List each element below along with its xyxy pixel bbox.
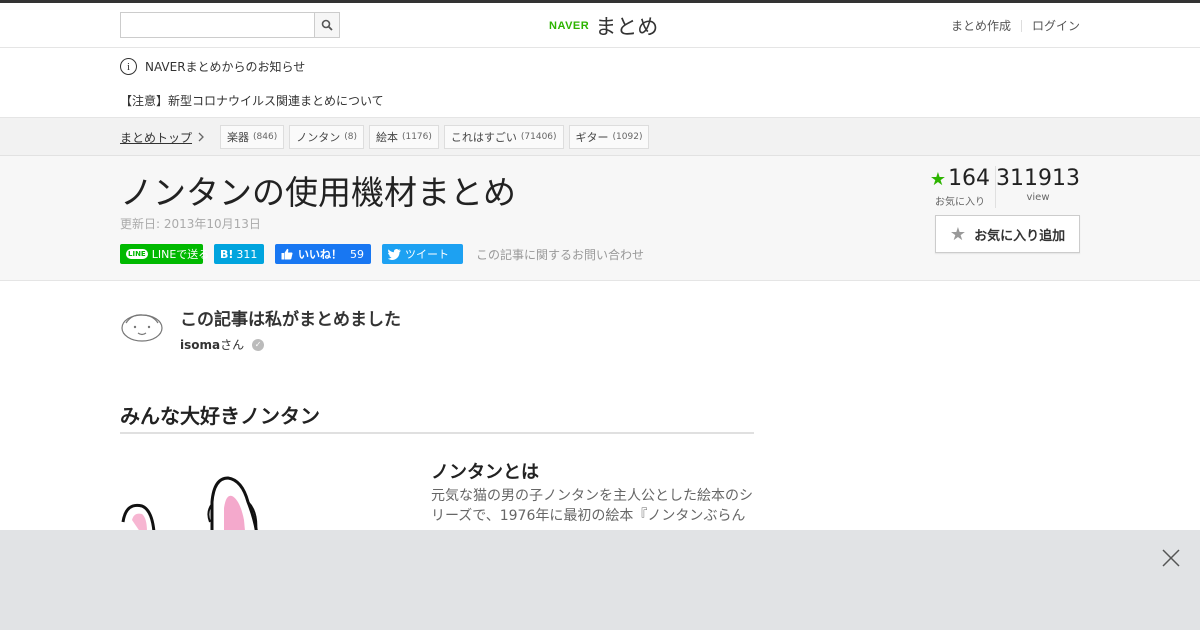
hatena-count: 311 [236,247,258,261]
breadcrumb-home-link[interactable]: まとめトップ [120,129,205,146]
author-suffix: さん [220,338,245,352]
contact-link[interactable]: この記事に関するお問い合わせ [476,246,644,263]
tag-item[interactable]: ノンタン (8) [289,125,364,149]
site-logo[interactable]: NAVER まとめ [549,11,658,41]
divider [1020,19,1022,32]
line-share-button[interactable]: LINE LINEで送る [120,244,209,264]
updated-date: 更新日: 2013年10月13日 [120,217,261,231]
notice-message-link[interactable]: 【注意】新型コロナウイルス関連まとめについて [120,92,384,109]
breadcrumb-home-label: まとめトップ [120,131,193,145]
star-icon: ★ [949,223,967,245]
header-links: まとめ作成 ログイン [951,17,1080,34]
star-icon: ★ [929,169,947,190]
notice-heading-row[interactable]: i NAVERまとめからのお知らせ [120,58,305,75]
section-heading: みんな大好きノンタン [120,400,754,434]
facebook-like-count: 59 [350,247,364,261]
line-share-label: LINEで送る [151,248,210,261]
chevron-right-icon [198,131,205,145]
info-icon: i [120,58,137,75]
tag-label: 楽器 [227,131,249,144]
facebook-like-label: いいね！ [298,248,342,261]
site-header: NAVER まとめ まとめ作成 ログイン [0,3,1200,48]
add-favorite-button[interactable]: ★ お気に入り追加 [935,215,1080,253]
ad-overlay [0,530,1200,630]
facebook-like-button[interactable]: いいね！ 59 [275,244,371,264]
tweet-label: ツイート [405,248,449,261]
tag-count: (1092) [612,132,643,142]
page-title: ノンタンの使用機材まとめ [120,173,516,212]
notice-heading: NAVERまとめからのお知らせ [145,60,306,74]
create-matome-link[interactable]: まとめ作成 [951,17,1011,34]
author-username: isoma [180,337,221,352]
item-description: 元気な猫の男の子ノンタンを主人公とした絵本のシリーズで、1976年に最初の絵本『… [431,488,753,524]
tag-label: ギター [575,131,609,144]
hatena-bookmark-button[interactable]: B! 311 [214,244,264,264]
favorites-count: 164 [948,166,991,191]
notice-area: i NAVERまとめからのお知らせ 【注意】新型コロナウイルス関連まとめについて [0,48,1200,118]
like-thumb-icon [281,248,293,260]
line-icon: LINE [126,249,148,259]
tag-list: 楽器 (846) ノンタン (8) 絵本 (1176) これはすごい (71406) ギ… [220,125,650,149]
share-buttons: LINE LINEで送る B! 311 いいね！ 59 ツイート この記事に関す… [120,244,644,264]
search-button[interactable] [314,12,340,38]
favorites-label: お気に入り [935,197,985,208]
item-title: ノンタンとは [431,462,539,483]
tag-item[interactable]: これはすごい (71406) [443,125,564,149]
logo-naver: NAVER [549,20,590,32]
twitter-bird-icon [388,248,401,260]
favorites-stat: ★164 お気に入り [925,166,995,208]
tag-count: (1176) [401,132,432,142]
article-header: ノンタンの使用機材まとめ 更新日: 2013年10月13日 LINE LINEで… [0,156,1200,281]
tweet-button[interactable]: ツイート [382,244,463,264]
tag-label: ノンタン [296,131,341,144]
logo-matome: まとめ [595,15,659,39]
tag-item[interactable]: 楽器 (846) [220,125,285,149]
tag-item[interactable]: ギター (1092) [568,125,650,149]
search-icon [321,19,333,31]
add-favorite-label: お気に入り追加 [974,228,1066,244]
view-label: view [1026,192,1050,203]
tag-count: (8) [344,132,357,142]
avatar[interactable] [120,311,164,345]
tag-label: 絵本 [375,131,398,144]
hatena-icon: B! [220,247,234,261]
login-link[interactable]: ログイン [1032,17,1080,34]
breadcrumb: まとめトップ 楽器 (846) ノンタン (8) 絵本 (1176) これはすごい (7… [0,118,1200,156]
view-count: 311913 [996,166,1080,191]
tag-count: (71406) [520,132,557,142]
author-name[interactable]: isoma さん ✓ [180,336,265,353]
close-icon[interactable] [1162,549,1180,567]
article-stats: ★164 お気に入り 311913 view [925,166,1080,208]
author-heading: この記事は私がまとめました [180,310,401,330]
verified-icon: ✓ [252,338,265,351]
tag-label: これはすごい [450,131,517,144]
views-stat: 311913 view [995,166,1080,208]
tag-count: (846) [253,132,278,142]
tag-item[interactable]: 絵本 (1176) [368,125,439,149]
search-input[interactable] [120,12,315,38]
